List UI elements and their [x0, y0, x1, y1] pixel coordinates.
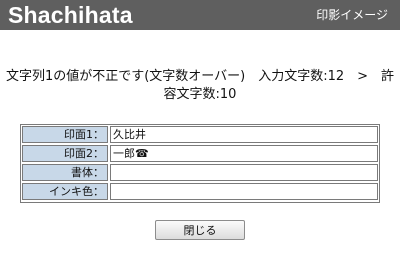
font-style-label: 書体：	[22, 164, 108, 181]
seal-face-2-label: 印面2：	[22, 145, 108, 162]
seal-info-table: 印面1： 久比井 印面2： 一郎☎ 書体： インキ色：	[20, 124, 380, 203]
seal-face-1-label: 印面1：	[22, 126, 108, 143]
brand-logo: Shachihata	[8, 2, 133, 28]
table-row: 書体：	[21, 164, 379, 181]
table-row: 印面1： 久比井	[21, 126, 379, 143]
close-button[interactable]: 閉じる	[155, 220, 245, 240]
font-style-value	[110, 164, 378, 181]
error-message-line-2: 容文字数:10	[163, 87, 237, 102]
header-bar: Shachihata 印影イメージ	[0, 0, 400, 30]
table-row: 印面2： 一郎☎	[21, 145, 379, 162]
table-row: インキ色：	[21, 183, 379, 200]
error-message: 文字列1の値が不正です(文字数オーバー) 入力文字数:12 > 許 容文字数:1…	[0, 68, 400, 104]
seal-face-1-value: 久比井	[110, 126, 378, 143]
ink-color-value	[110, 183, 378, 200]
window-title: 印影イメージ	[316, 8, 388, 22]
error-message-line-1: 文字列1の値が不正です(文字数オーバー) 入力文字数:12 > 許	[5, 69, 395, 84]
seal-face-2-value: 一郎☎	[110, 145, 378, 162]
ink-color-label: インキ色：	[22, 183, 108, 200]
